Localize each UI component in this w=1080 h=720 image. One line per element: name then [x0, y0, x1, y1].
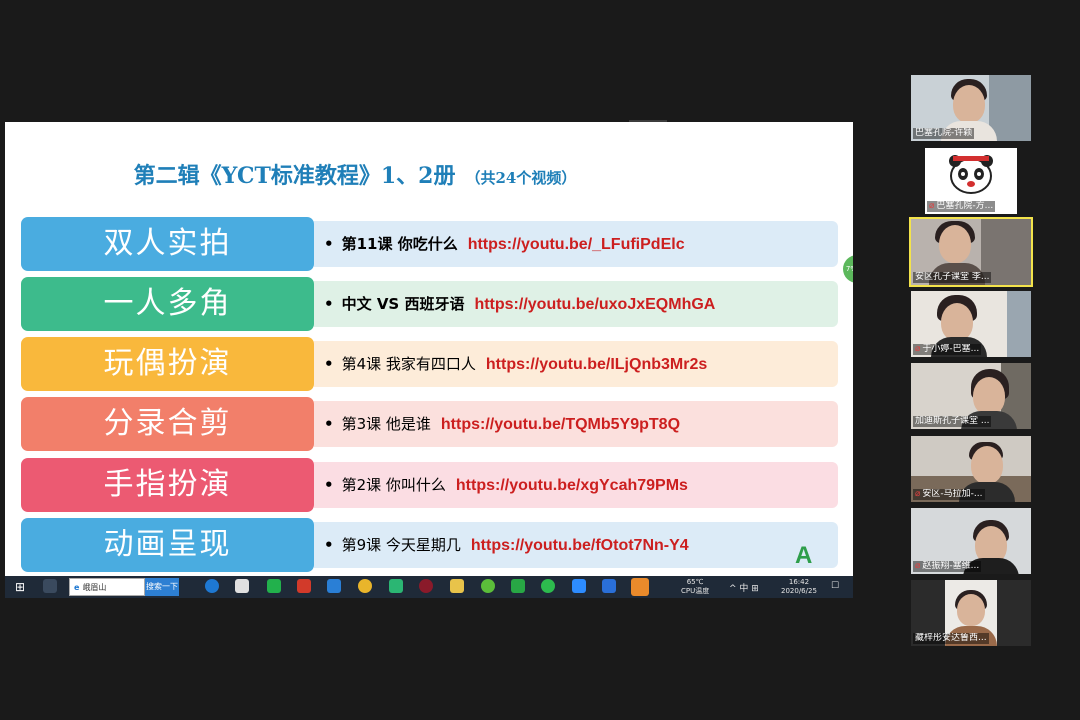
participant-name: 藏梓彤安达鲁西...	[913, 633, 989, 644]
lesson-label: 第4课 我家有四口人	[341, 355, 476, 373]
row-text: • 中文 VS 西班牙语 https://youtu.be/uxoJxEQMhGA	[324, 295, 716, 313]
row-text: • 第4课 我家有四口人 https://youtu.be/ILjQnb3Mr2s	[324, 355, 708, 373]
row-text: • 第9课 今天星期几 https://youtu.be/fOtot7Nn-Y4	[324, 536, 689, 554]
participant-name: 加迪斯孔子课堂 ...	[913, 416, 992, 427]
mail-icon[interactable]	[327, 579, 341, 593]
row-text: • 第2课 你叫什么 https://youtu.be/xgYcah79PMs	[324, 476, 688, 494]
cpu-temperature: 65℃ CPU温度	[681, 578, 709, 596]
store-icon[interactable]	[235, 579, 249, 593]
temperature-value: 65℃	[686, 578, 704, 586]
participant-tile[interactable]: 巴塞孔院-许颖	[911, 75, 1031, 141]
app-icon[interactable]	[631, 578, 649, 596]
category-box: 一人多角	[21, 277, 314, 331]
play-icon[interactable]	[389, 579, 403, 593]
video-row: 一人多角 • 中文 VS 西班牙语 https://youtu.be/uxoJxEQ…	[21, 277, 838, 331]
lesson-label: 第3课 他是谁	[341, 415, 431, 433]
app-icon[interactable]	[602, 579, 616, 593]
muted-mic-icon: ⌀	[915, 344, 921, 354]
video-link[interactable]: https://youtu.be/TQMb5Y9pT8Q	[441, 416, 680, 433]
category-box: 动画呈现	[21, 518, 314, 572]
lesson-label: 第9课 今天星期几	[341, 536, 461, 554]
video-link[interactable]: https://youtu.be/_LFufiPdElc	[468, 236, 685, 253]
side-badge[interactable]: 7%	[843, 255, 853, 283]
clock-date: 2020/6/25	[781, 587, 817, 595]
browser-address-bar[interactable]: e 峨眉山	[69, 578, 145, 596]
wechat-icon[interactable]	[541, 579, 555, 593]
participant-tile[interactable]: ⌀ 安区-马拉加-...	[911, 436, 1031, 502]
row-text: • 第11课 你吃什么 https://youtu.be/_LFufiPdElc	[324, 235, 685, 253]
edge-icon[interactable]	[205, 579, 219, 593]
video-row: 动画呈现 • 第9课 今天星期几 https://youtu.be/fOtot7Nn…	[21, 518, 838, 572]
video-link[interactable]: https://youtu.be/uxoJxEQMhGA	[474, 296, 715, 313]
zoom-icon[interactable]	[572, 579, 586, 593]
participant-tile-active-speaker[interactable]: 安区孔子课堂 李...	[909, 217, 1033, 287]
video-row: 双人实拍 • 第11课 你吃什么 https://youtu.be/_LFufiPd…	[21, 217, 838, 271]
app-icon[interactable]	[419, 579, 433, 593]
muted-mic-icon: ⌀	[915, 489, 921, 499]
participant-tile[interactable]: ⌀ 赵振翔-塞维...	[911, 508, 1031, 574]
participant-name: ⌀ 于小婷-巴塞...	[913, 344, 982, 355]
video-row: 分录合剪 • 第3课 他是谁 https://youtu.be/TQMb5Y9pT8…	[21, 397, 838, 451]
video-link[interactable]: https://youtu.be/ILjQnb3Mr2s	[486, 356, 707, 373]
slide-title-main: 第二辑《YCT标准教程》1、2册	[133, 163, 456, 189]
app-icon[interactable]	[297, 579, 311, 593]
panda-avatar-icon	[949, 155, 993, 194]
participant-name: 巴塞孔院-许颖	[913, 128, 975, 139]
taskbar: ⊞ e 峨眉山 搜索一下 65℃ CPU温度 ^ 中 ⊞ 16:42 2020/6/2…	[5, 576, 853, 598]
app-icon[interactable]	[267, 579, 281, 593]
muted-mic-icon: ⌀	[915, 561, 921, 571]
participant-tile[interactable]: 加迪斯孔子课堂 ...	[911, 363, 1031, 429]
category-box: 双人实拍	[21, 217, 314, 271]
lesson-label: 第2课 你叫什么	[341, 476, 446, 494]
video-link[interactable]: https://youtu.be/xgYcah79PMs	[456, 477, 688, 494]
shared-screen: 第二辑《YCT标准教程》1、2册 （共24个视频） 双人实拍 • 第11课 你吃什么…	[5, 122, 853, 598]
search-icon[interactable]	[43, 579, 57, 593]
video-row: 手指扮演 • 第2课 你叫什么 https://youtu.be/xgYcah79P…	[21, 458, 838, 512]
app-icon[interactable]	[511, 579, 525, 593]
video-row: 玩偶扮演 • 第4课 我家有四口人 https://youtu.be/ILjQnb3…	[21, 337, 838, 391]
notification-icon[interactable]: ☐	[831, 581, 839, 591]
participant-tile[interactable]: ⌀ 巴塞孔院-方...	[925, 148, 1017, 214]
system-tray[interactable]: ^ 中 ⊞	[729, 581, 759, 594]
lesson-label: 第11课 你吃什么	[341, 235, 458, 253]
category-box: 分录合剪	[21, 397, 314, 451]
participant-name: ⌀ 赵振翔-塞维...	[913, 561, 982, 572]
category-box: 玩偶扮演	[21, 337, 314, 391]
lesson-label: 中文 VS 西班牙语	[341, 295, 465, 313]
clock-time: 16:42	[788, 578, 810, 586]
participant-name: 安区孔子课堂 李...	[913, 272, 992, 283]
category-box: 手指扮演	[21, 458, 314, 512]
row-text: • 第3课 他是谁 https://youtu.be/TQMb5Y9pT8Q	[324, 415, 681, 433]
muted-mic-icon: ⌀	[929, 201, 935, 211]
temperature-label: CPU温度	[681, 587, 710, 595]
participant-name: ⌀ 巴塞孔院-方...	[927, 201, 996, 212]
chrome-icon[interactable]	[358, 579, 372, 593]
slide-title: 第二辑《YCT标准教程》1、2册 （共24个视频）	[5, 158, 705, 190]
slide-logo: A	[795, 542, 813, 569]
slide-title-subtitle: （共24个视频）	[465, 169, 577, 187]
folder-icon[interactable]	[450, 579, 464, 593]
clock[interactable]: 16:42 2020/6/25	[781, 578, 817, 596]
browser-text: 峨眉山	[82, 583, 107, 592]
video-link[interactable]: https://youtu.be/fOtot7Nn-Y4	[471, 537, 689, 554]
app-icon[interactable]	[481, 579, 495, 593]
participant-tile[interactable]: ⌀ 于小婷-巴塞...	[911, 291, 1031, 357]
participant-name: ⌀ 安区-马拉加-...	[913, 489, 985, 500]
participant-tile[interactable]: 藏梓彤安达鲁西...	[911, 580, 1031, 646]
search-button[interactable]: 搜索一下	[145, 578, 179, 596]
windows-start-icon[interactable]: ⊞	[15, 580, 25, 594]
ie-icon: e	[74, 583, 80, 592]
